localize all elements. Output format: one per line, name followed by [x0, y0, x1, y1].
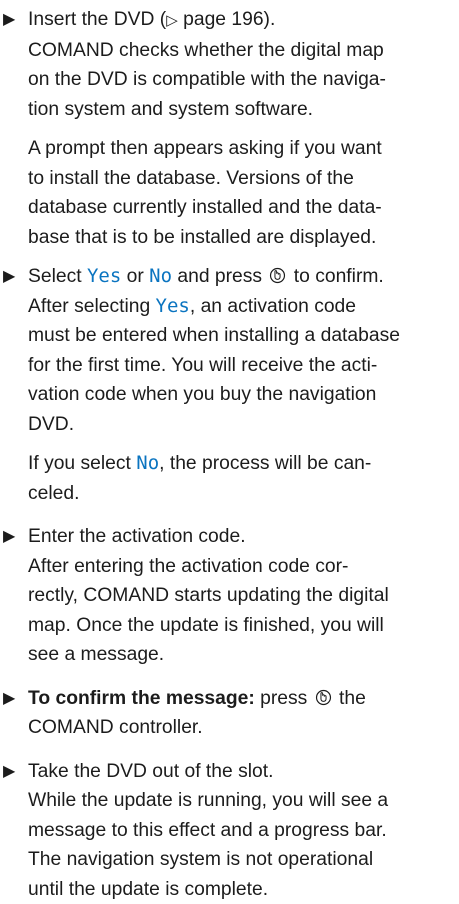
step-body-line: While the update is running, you will se… [28, 786, 459, 816]
step-arrow-icon: ▶ [3, 522, 15, 552]
step-body-line: tion system and system software. [28, 95, 459, 125]
cancel-paragraph: If you select No, the process will be ca… [0, 449, 459, 508]
step-arrow-icon: ▶ [3, 5, 15, 35]
step-body-line: vation code when you buy the navigation [28, 380, 459, 410]
prompt-paragraph: A prompt then appears asking if you want… [0, 134, 459, 252]
no-option: No [149, 265, 172, 287]
controller-press-icon [315, 689, 332, 706]
step-arrow-icon: ▶ [3, 684, 15, 714]
step-insert-dvd: ▶ Insert the DVD (▷ page 196). COMAND ch… [0, 5, 459, 124]
step-body-line: rectly, COMAND starts updating the digit… [28, 581, 459, 611]
step-arrow-icon: ▶ [3, 757, 15, 787]
step-body-line: The navigation system is not operational [28, 845, 459, 875]
no-option: No [136, 452, 159, 474]
step-body-line: DVD. [28, 410, 459, 440]
yes-option: Yes [156, 295, 190, 317]
yes-option: Yes [87, 265, 121, 287]
step-arrow-icon: ▶ [3, 262, 15, 292]
step-body-line: message to this effect and a progress ba… [28, 816, 459, 846]
step-body-line: map. Once the update is finished, you wi… [28, 611, 459, 641]
step-line: Insert the DVD (▷ page 196). [28, 5, 459, 36]
step-body-line: until the update is complete. [28, 875, 459, 904]
page-reference-icon: ▷ [166, 12, 178, 29]
step-body-line: for the first time. You will receive the… [28, 351, 459, 381]
step-select-yes-no: ▶ Select Yes or No and press to confirm.… [0, 262, 459, 439]
step-enter-activation-code: ▶ Enter the activation code. After enter… [0, 522, 459, 670]
step-body-line: on the DVD is compatible with the naviga… [28, 65, 459, 95]
step-remove-dvd: ▶ Take the DVD out of the slot. While th… [0, 757, 459, 904]
instruction-page: ▶ Insert the DVD (▷ page 196). COMAND ch… [0, 0, 459, 904]
step-body-line: After entering the activation code cor- [28, 552, 459, 582]
step-confirm-message: ▶ To confirm the message: press the COMA… [0, 684, 459, 743]
step-body-line: must be entered when installing a databa… [28, 321, 459, 351]
step-body-line: see a message. [28, 640, 459, 670]
step-body-line: COMAND checks whether the digital map [28, 36, 459, 66]
controller-press-icon [269, 267, 286, 284]
